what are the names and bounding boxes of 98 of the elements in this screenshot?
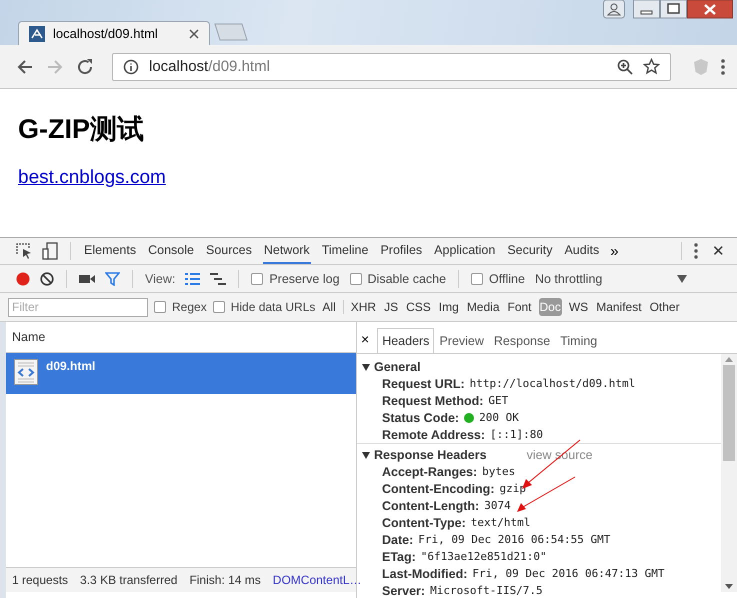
header-name: Date: bbox=[382, 532, 414, 546]
checkbox-option[interactable]: Hide data URLs bbox=[212, 300, 316, 314]
info-icon bbox=[123, 58, 139, 74]
status-text: 3.3 KB transferred bbox=[80, 573, 178, 587]
address-bar[interactable]: localhost/d09.html bbox=[112, 52, 671, 80]
header-name: Last-Modified: bbox=[382, 566, 468, 580]
header-name: Request Method: bbox=[382, 394, 484, 408]
menu-icon[interactable] bbox=[694, 243, 698, 259]
user-icon[interactable] bbox=[603, 0, 625, 19]
detail-tab[interactable]: Timing bbox=[555, 328, 602, 353]
header-value: Microsoft-IIS/7.5 bbox=[430, 584, 543, 597]
header-value: Fri, 09 Dec 2016 06:47:13 GMT bbox=[472, 567, 664, 580]
caret-icon bbox=[676, 274, 687, 282]
status-dot-icon bbox=[464, 412, 474, 422]
checkbox-option[interactable]: Offline bbox=[471, 272, 525, 286]
type-filter[interactable]: Media bbox=[466, 298, 500, 316]
type-filter[interactable]: All bbox=[321, 298, 337, 316]
panel-tab[interactable]: Profiles bbox=[379, 238, 424, 264]
status-link[interactable]: DOMContentL… bbox=[272, 573, 362, 587]
section-title[interactable]: General bbox=[374, 360, 421, 374]
expand-triangle-icon[interactable] bbox=[362, 362, 370, 370]
panel-tab[interactable]: Elements bbox=[83, 238, 138, 264]
panel-tab[interactable]: Timeline bbox=[320, 238, 370, 264]
document-icon bbox=[14, 359, 38, 385]
header-value: GET bbox=[488, 394, 508, 407]
browser-tab[interactable]: localhost/d09.html bbox=[18, 21, 210, 45]
header-name: ETag: bbox=[382, 550, 416, 564]
header-name: Request URL: bbox=[382, 376, 465, 390]
device-icon[interactable] bbox=[42, 242, 58, 260]
header-name: Remote Address: bbox=[382, 428, 486, 442]
type-filter[interactable]: Other bbox=[648, 298, 681, 316]
detail-tab[interactable]: Response bbox=[488, 328, 556, 353]
type-filter[interactable]: XHR bbox=[350, 298, 378, 316]
page-icon bbox=[29, 26, 45, 42]
detail-tab[interactable]: Preview bbox=[434, 328, 489, 353]
request-name: d09.html bbox=[46, 359, 96, 373]
star-icon[interactable] bbox=[643, 58, 660, 75]
panel-tab[interactable]: Audits bbox=[563, 238, 600, 264]
type-filter[interactable]: Img bbox=[438, 298, 460, 316]
header-value: "6f13ae12e851d21:0" bbox=[420, 550, 547, 563]
list-view-icon[interactable] bbox=[185, 272, 200, 284]
panel-tab[interactable]: Application bbox=[433, 238, 496, 264]
panel-tab[interactable]: Console bbox=[147, 238, 195, 264]
header-value: Fri, 09 Dec 2016 06:54:55 GMT bbox=[418, 533, 610, 546]
menu-icon[interactable] bbox=[721, 58, 725, 74]
more-tabs-button[interactable]: » bbox=[610, 242, 619, 260]
filter-icon[interactable] bbox=[105, 272, 120, 286]
status-text: Finish: 14 ms bbox=[189, 573, 261, 587]
reload-icon[interactable] bbox=[76, 58, 94, 76]
header-value: [::1]:80 bbox=[490, 428, 544, 441]
header-value: 3074 bbox=[484, 499, 511, 512]
expand-triangle-icon[interactable] bbox=[362, 450, 370, 458]
close-icon[interactable] bbox=[189, 28, 199, 38]
header-value: text/html bbox=[470, 516, 530, 529]
type-filter[interactable]: JS bbox=[383, 298, 400, 316]
type-filter[interactable]: Manifest bbox=[595, 298, 643, 316]
view-label: View: bbox=[145, 272, 176, 286]
record-icon[interactable] bbox=[16, 272, 30, 286]
status-text: 1 requests bbox=[12, 573, 68, 587]
maximize-icon[interactable] bbox=[660, 0, 687, 19]
clear-icon[interactable] bbox=[40, 272, 54, 286]
waterfall-view-icon[interactable] bbox=[210, 272, 226, 284]
inspect-icon[interactable] bbox=[16, 243, 32, 259]
panel-tab[interactable]: Security bbox=[506, 238, 554, 264]
page-link[interactable]: best.cnblogs.com bbox=[18, 167, 166, 189]
header-value: 200 OK bbox=[479, 411, 519, 424]
close-icon[interactable] bbox=[687, 0, 733, 19]
close-button[interactable]: × bbox=[361, 331, 378, 353]
checkbox-option[interactable]: Regex bbox=[154, 300, 207, 314]
type-filter[interactable]: WS bbox=[568, 298, 590, 316]
type-filter[interactable]: CSS bbox=[405, 298, 432, 316]
header-name: Status Code: bbox=[382, 410, 460, 424]
minimize-icon[interactable] bbox=[633, 0, 660, 19]
detail-tab[interactable]: Headers bbox=[377, 328, 434, 353]
section-title[interactable]: Response Headers bbox=[374, 448, 487, 462]
tab-title: localhost/d09.html bbox=[53, 26, 159, 41]
header-name: Content-Type: bbox=[382, 516, 466, 530]
panel-tab[interactable]: Sources bbox=[204, 238, 253, 264]
checkbox-option[interactable]: Disable cache bbox=[350, 272, 446, 286]
header-value: gzip bbox=[499, 482, 526, 495]
header-name: Accept-Ranges: bbox=[382, 464, 478, 478]
header-name: Server: bbox=[382, 584, 426, 598]
back-icon[interactable] bbox=[16, 58, 34, 76]
throttling-dropdown[interactable]: No throttling bbox=[534, 272, 687, 286]
header-name: Content-Encoding: bbox=[382, 482, 494, 496]
camera-icon[interactable] bbox=[79, 274, 95, 284]
close-button[interactable]: ✕ bbox=[708, 242, 729, 260]
request-row[interactable]: d09.html bbox=[6, 353, 356, 394]
page-heading: G-ZIP测试 bbox=[18, 113, 144, 146]
scrollbar[interactable] bbox=[721, 354, 737, 592]
header-value: http://localhost/d09.html bbox=[470, 377, 636, 390]
checkbox-option[interactable]: Preserve log bbox=[251, 272, 340, 286]
header-name: Content-Length: bbox=[382, 498, 480, 512]
type-filter[interactable]: Font bbox=[506, 298, 533, 316]
scroll-down-icon[interactable] bbox=[725, 584, 733, 589]
filter-field[interactable]: Filter bbox=[8, 298, 148, 316]
header-value: bytes bbox=[482, 465, 516, 478]
zoom-icon[interactable] bbox=[617, 58, 633, 74]
